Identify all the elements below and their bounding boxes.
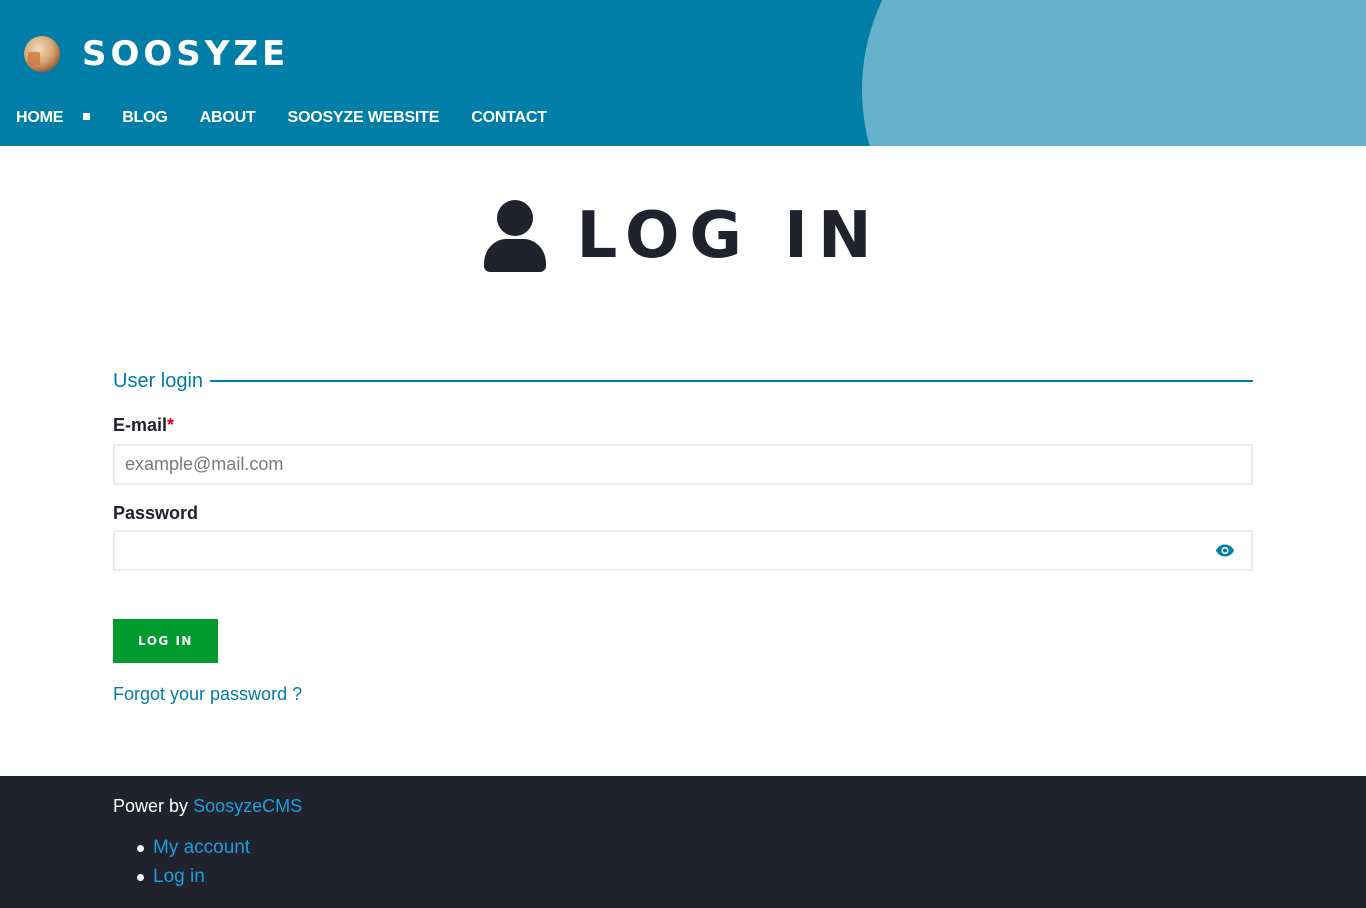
active-indicator-icon [83,112,91,120]
email-label: E-mail* [113,414,174,436]
site-name[interactable]: SOOSYZE [82,34,289,74]
footer-links: My account Log in [113,837,250,895]
nav-item-soosyze-website[interactable]: SOOSYZE WEBSITE [288,108,440,128]
my-account-link[interactable]: My account [153,837,250,858]
powered-by-text: Power by [113,796,189,816]
list-item: My account [113,837,250,866]
password-label: Password [113,503,199,523]
login-button[interactable]: LOG IN [113,619,218,663]
site-header: SOOSYZE HOME BLOG ABOUT SOOSYZE WEBSITE … [0,0,1366,146]
page-title: LOG IN [576,199,882,273]
soosyze-cms-link[interactable]: SoosyzeCMS [193,796,302,816]
nav-item-blog[interactable]: BLOG [122,108,168,128]
nav-item-about[interactable]: ABOUT [200,108,256,128]
user-icon [484,200,547,272]
legend-divider [210,380,1253,382]
bullet-icon [137,874,144,881]
forgot-password-link[interactable]: Forgot your password ? [113,683,302,705]
nav-item-home[interactable]: HOME [16,108,63,128]
password-field[interactable] [113,530,1253,571]
list-item: Log in [113,866,250,895]
nav-item-contact[interactable]: CONTACT [471,108,547,128]
powered-by: Power by SoosyzeCMS [113,795,302,817]
site-footer: Power by SoosyzeCMS My account Log in [0,776,1366,908]
main-nav: HOME BLOG ABOUT SOOSYZE WEBSITE CONTACT [16,108,579,128]
login-fieldset: User login [113,368,1253,394]
required-mark: * [167,415,175,435]
eye-icon[interactable] [1216,544,1234,557]
fieldset-legend: User login [113,370,204,392]
header-decoration [862,0,1366,146]
footer-login-link[interactable]: Log in [153,866,205,887]
email-label-text: E-mail [113,415,168,435]
email-field[interactable] [113,444,1253,485]
logo-icon[interactable] [24,36,60,72]
bullet-icon [137,845,144,852]
page-heading: LOG IN [0,196,1366,276]
